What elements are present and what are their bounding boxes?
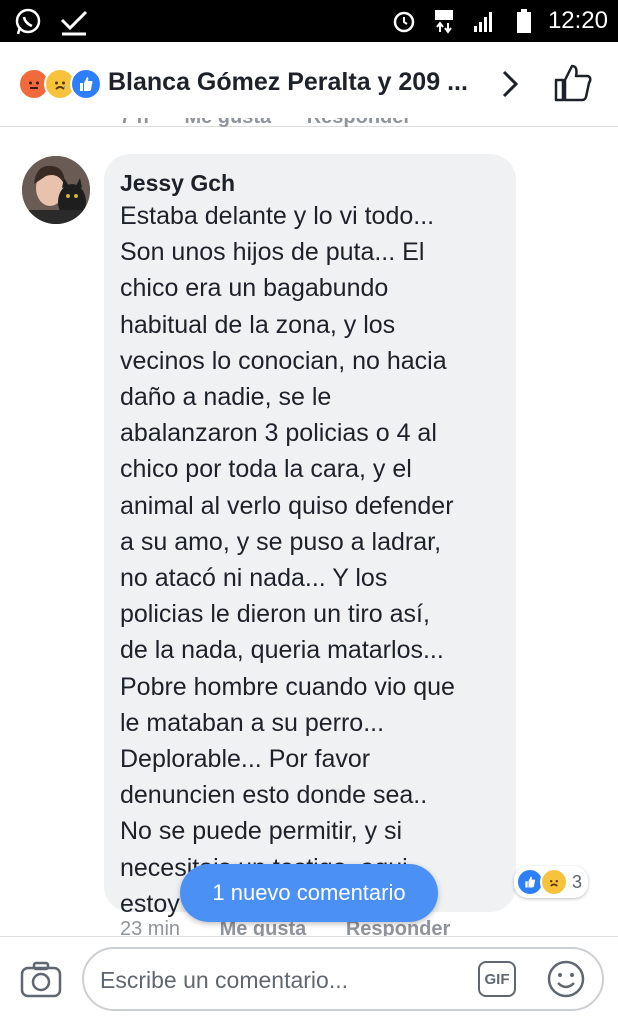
avatar[interactable] [22,156,90,224]
status-time: 12:20 [547,7,608,34]
comment-composer: Escribe un comentario... GIF [0,936,618,1025]
sad-icon [540,868,568,896]
comment-line: Son unos hijos de puta... El [120,238,425,267]
previous-reply-link[interactable]: Responder [307,118,411,128]
gif-button[interactable]: GIF [478,961,516,997]
comment-time: 23 min [120,918,181,938]
comment-input-placeholder[interactable]: Escribe un comentario... [100,967,348,994]
status-bar: 12:20 [0,0,618,42]
emoji-icon[interactable] [546,959,586,1004]
comment-line: Pobre hombre cuando vio que [120,672,455,701]
check-icon [58,6,90,38]
previous-comment-time: 7 h [120,118,149,128]
comment-line: policias le dieron un tiro así, [120,600,430,629]
comment-line: No se puede permitir, y si [120,817,403,846]
new-comment-pill[interactable]: 1 nuevo comentario [180,864,438,922]
comment-line: chico era un bagabundo [120,274,389,303]
alarm-icon [388,5,420,37]
comment-line: chico por toda la cara, y el [120,455,412,484]
comment-input[interactable]: Escribe un comentario... GIF [82,947,604,1011]
comment-line: a su amo, y se puso a ladrar, [120,527,442,556]
chevron-right-icon[interactable] [498,68,522,105]
battery-icon [508,5,540,37]
post-reactions-header[interactable]: Blanca Gómez Peralta y 209 ... [0,42,618,127]
comment-reactions-badge[interactable]: 3 [514,866,589,898]
like-icon [70,68,102,100]
header-reactions [18,68,102,100]
comment-line: daño a nadie, se le [120,383,332,412]
comment-line: habitual de la zona, y los [120,310,396,339]
comment-line: abalanzaron 3 policias o 4 al [120,419,437,448]
comment-line: no atacó ni nada... Y los [120,564,388,593]
comment-line: Estaba delante y lo vi todo... [120,202,435,230]
comment-line: animal al verlo quiso defender [120,491,454,520]
thumbs-up-icon[interactable] [552,62,594,109]
comment-line: Deplorable... Por favor [120,745,371,774]
comment-author[interactable]: Jessy Gch [120,170,235,197]
comment-line: vecinos lo conocian, no hacia [120,346,447,375]
camera-icon[interactable] [20,961,62,1004]
comment-line: le mataban a su perro... [120,708,385,737]
reactors-summary[interactable]: Blanca Gómez Peralta y 209 ... [108,68,468,97]
previous-comment-meta: 7 h Me gusta Responder [120,118,500,132]
data-icon [428,5,460,37]
reaction-count: 3 [572,871,583,892]
comment-line: de la nada, queria matarlos... [120,636,444,665]
comment-text: Estaba delante y lo vi todo... Son unos … [120,198,510,922]
whatsapp-icon [12,6,44,38]
signal-icon [468,5,500,37]
previous-like-link[interactable]: Me gusta [184,118,271,128]
comment-line: denuncien esto donde sea.. [120,781,428,810]
